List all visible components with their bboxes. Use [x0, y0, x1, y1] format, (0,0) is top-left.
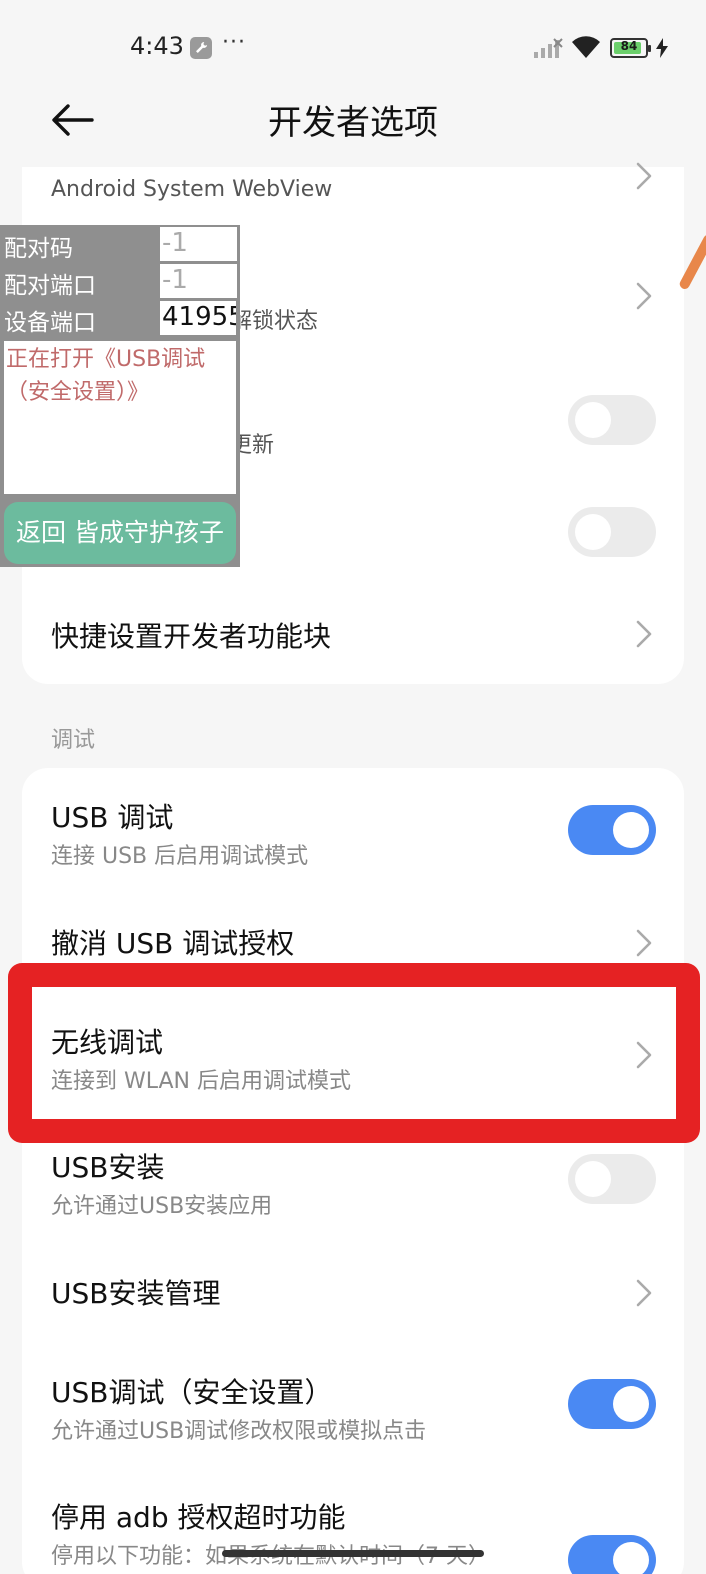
usb-install-mgmt-title: USB安装管理 — [51, 1277, 221, 1310]
battery-icon: 84 — [610, 38, 651, 58]
usb-install-title: USB安装 — [51, 1151, 165, 1184]
chevron-right-icon — [634, 928, 654, 958]
wireless-debug-sub: 连接到 WLAN 后启用调试模式 — [51, 1069, 352, 1094]
wifi-icon — [570, 34, 602, 64]
usb-debug-secure-row[interactable]: USB调试（安全设置） 允许通过USB调试修改权限或模拟点击 — [22, 1368, 684, 1448]
wireless-debug-row[interactable]: 无线调试 连接到 WLAN 后启用调试模式 — [22, 1018, 684, 1098]
return-button[interactable]: 返回 皆成守护孩子 — [4, 502, 236, 564]
oem-unlock-sub: 解锁状态 — [230, 309, 319, 334]
revoke-usb-auth-title: 撤消 USB 调试授权 — [51, 927, 295, 960]
device-port-input[interactable]: 41955 — [160, 301, 236, 335]
more-notifications-icon: ··· — [222, 30, 246, 55]
adb-timeout-toggle[interactable] — [568, 1535, 656, 1574]
settings-card-debug: USB 调试 连接 USB 后启用调试模式 撤消 USB 调试授权 无线调试 连… — [22, 768, 684, 1574]
usb-debug-title: USB 调试 — [51, 801, 174, 834]
usb-install-mgmt-row[interactable]: USB安装管理 — [22, 1268, 684, 1318]
chevron-right-icon — [634, 619, 654, 649]
webview-implementation-row[interactable]: Android System WebView — [22, 162, 684, 211]
status-message: 正在打开《USB调试（安全设置）》 — [4, 341, 236, 494]
page-title: 开发者选项 — [268, 103, 438, 143]
adb-pairing-overlay: 配对码 -1 配对端口 -1 设备端口 41955 正在打开《USB调试（安全设… — [0, 225, 240, 567]
revoke-usb-auth-row[interactable]: 撤消 USB 调试授权 — [22, 918, 684, 968]
battery-level: 84 — [620, 39, 638, 53]
charging-bolt-icon — [656, 38, 668, 62]
usb-debug-secure-toggle[interactable] — [568, 1379, 656, 1429]
usb-debug-sub: 连接 USB 后启用调试模式 — [51, 844, 309, 869]
usb-debug-row[interactable]: USB 调试 连接 USB 后启用调试模式 — [22, 793, 684, 873]
adb-timeout-title: 停用 adb 授权超时功能 — [51, 1501, 346, 1534]
section-label-debug: 调试 — [51, 728, 96, 753]
wrench-icon — [190, 37, 212, 59]
signal-icon — [534, 38, 564, 62]
chevron-right-icon — [634, 281, 654, 311]
usb-debug-toggle[interactable] — [568, 805, 656, 855]
status-time: 4:43 — [130, 32, 184, 60]
chevron-right-icon — [634, 1040, 654, 1070]
quick-tiles-row[interactable]: 快捷设置开发者功能块 — [22, 607, 684, 667]
webview-sub: Android System WebView — [51, 177, 333, 202]
adb-timeout-row[interactable]: 停用 adb 授权超时功能 停用以下功能：如果系统在默认时间（7 天） — [22, 1493, 684, 1574]
pair-code-input[interactable]: -1 — [160, 227, 237, 261]
chevron-right-icon — [634, 1278, 654, 1308]
pair-port-label: 配对端口 — [4, 273, 96, 299]
chevron-right-icon — [634, 161, 654, 191]
pair-port-input[interactable]: -1 — [160, 264, 237, 298]
pair-code-label: 配对码 — [4, 236, 73, 262]
home-indicator[interactable] — [222, 1550, 484, 1557]
header: 开发者选项 — [0, 95, 706, 167]
wireless-debug-title: 无线调试 — [51, 1026, 164, 1059]
auto-update-toggle[interactable] — [568, 395, 656, 445]
usb-install-toggle[interactable] — [568, 1154, 656, 1204]
usb-install-row[interactable]: USB安装 允许通过USB安装应用 — [22, 1143, 684, 1223]
device-port-label: 设备端口 — [4, 310, 96, 336]
usb-debug-secure-sub: 允许通过USB调试修改权限或模拟点击 — [51, 1419, 427, 1444]
status-bar: 4:43 ··· 84 — [0, 0, 706, 95]
usb-debug-secure-title: USB调试（安全设置） — [51, 1376, 333, 1409]
hidden-option-toggle[interactable] — [568, 507, 656, 557]
quick-tiles-title: 快捷设置开发者功能块 — [51, 620, 332, 653]
usb-install-sub: 允许通过USB安装应用 — [51, 1194, 273, 1219]
